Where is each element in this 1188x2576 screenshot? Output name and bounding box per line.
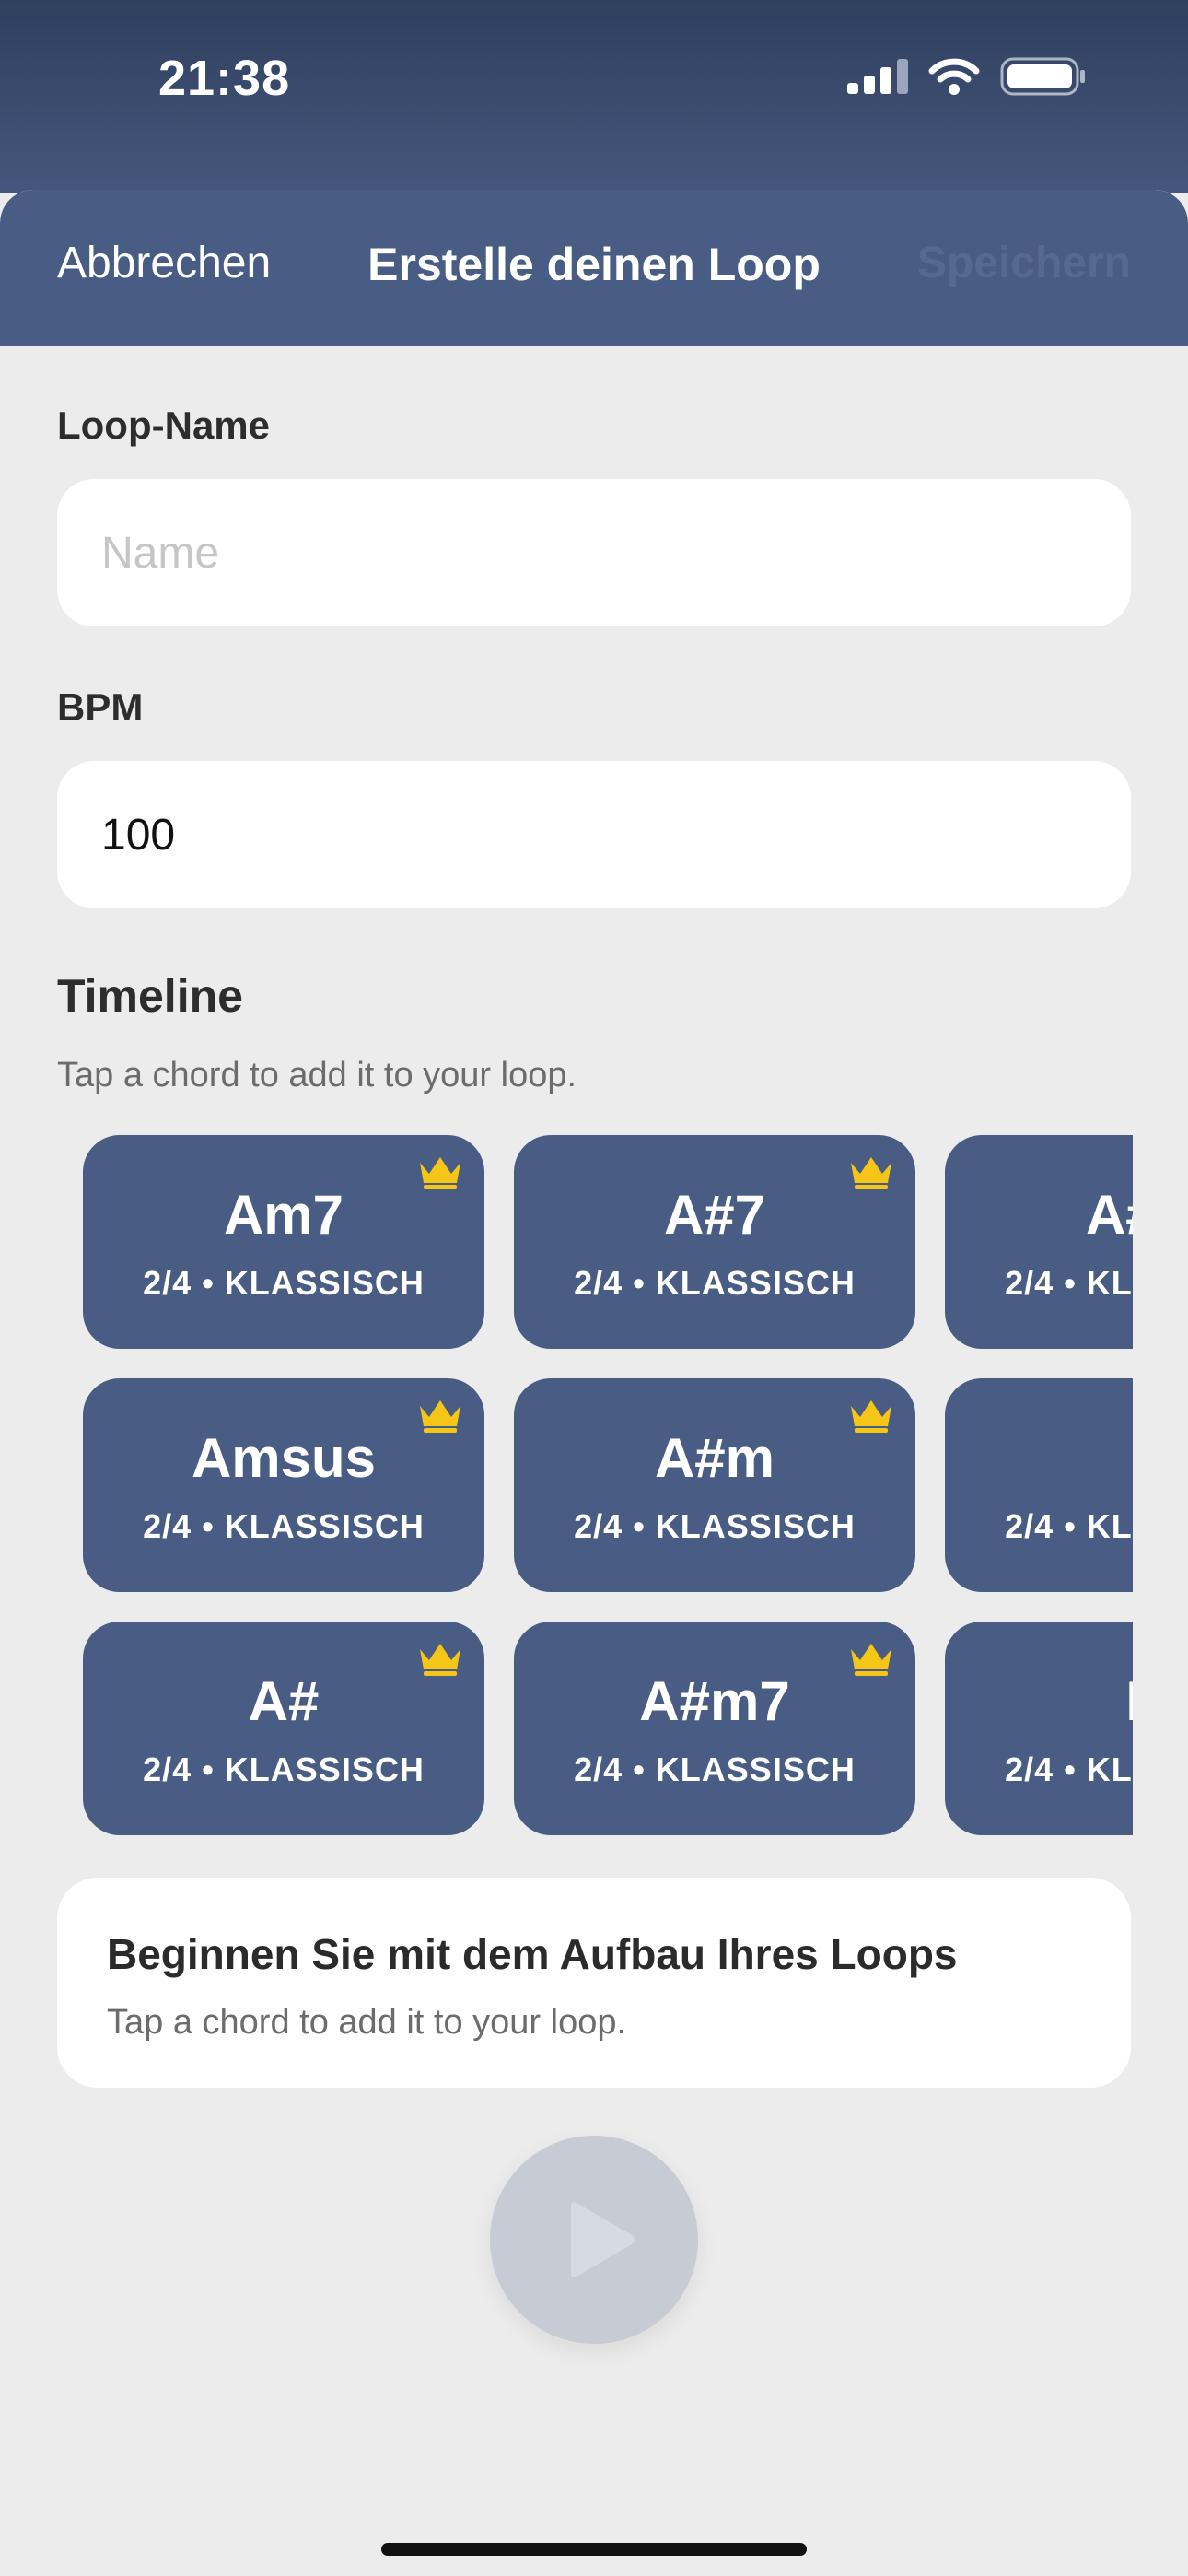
- chord-button[interactable]: A#m 2/4 • KLASSISCH: [514, 1378, 915, 1592]
- chord-button[interactable]: A# 2/4 • KLASSISCH: [83, 1622, 484, 1835]
- chord-button[interactable]: B 2/4 • KLASSISCH: [945, 1622, 1133, 1835]
- chord-meta: 2/4 • KLASSISCH: [143, 1507, 425, 1545]
- bpm-value: 100: [101, 810, 176, 860]
- status-time: 21:38: [158, 51, 291, 106]
- chord-meta: 2/4 • KLASSISCH: [143, 1751, 425, 1788]
- status-icons: [847, 57, 1087, 96]
- chord-name: A#m: [654, 1427, 775, 1489]
- chord-name: Am7: [223, 1184, 344, 1246]
- empty-loop-card: Beginnen Sie mit dem Aufbau Ihres Loops …: [57, 1878, 1131, 2088]
- chord-name: A#m: [1085, 1184, 1133, 1246]
- battery-icon: [1000, 57, 1085, 96]
- create-loop-sheet: Abbrechen Erstelle deinen Loop Speichern…: [0, 190, 1188, 2576]
- chord-button[interactable]: A#m7 2/4 • KLASSISCH: [514, 1622, 915, 1835]
- chord-grid: Am7 2/4 • KLASSISCH A#7 2/4 • KLASSISCH …: [83, 1135, 1133, 1857]
- chord-meta: 2/4 • KLASSISCH: [1005, 1507, 1133, 1545]
- chord-button[interactable]: A#7 2/4 • KLASSISCH: [514, 1135, 915, 1349]
- empty-loop-title: Beginnen Sie mit dem Aufbau Ihres Loops: [107, 1930, 958, 1978]
- chord-meta: 2/4 • KLASSISCH: [143, 1264, 425, 1302]
- timeline-title: Timeline: [57, 970, 243, 1022]
- wifi-icon: [928, 58, 980, 95]
- chord-button[interactable]: Amsus 2/4 • KLASSISCH: [83, 1378, 484, 1592]
- signal-icon: [847, 59, 908, 94]
- chord-button[interactable]: Am7 2/4 • KLASSISCH: [83, 1135, 484, 1349]
- bpm-field[interactable]: 100: [57, 761, 1131, 908]
- loop-name-label: Loop-Name: [57, 404, 270, 447]
- timeline-hint: Tap a chord to add it to your loop.: [57, 1056, 577, 1095]
- chord-button[interactable]: A#m 2/4 • KLASSISCH: [945, 1135, 1133, 1349]
- chord-meta: 2/4 • KLASSISCH: [574, 1507, 856, 1545]
- bpm-label: BPM: [57, 685, 144, 729]
- loop-name-placeholder: Name: [101, 528, 220, 578]
- chord-meta: 2/4 • KLASSISCH: [574, 1751, 856, 1788]
- chord-name: Amsus: [191, 1427, 377, 1489]
- save-button[interactable]: Speichern: [917, 238, 1131, 288]
- chord-name: A#m7: [639, 1670, 790, 1732]
- play-button[interactable]: [490, 2136, 698, 2344]
- chord-name: A#7: [663, 1184, 766, 1246]
- home-indicator: [381, 2543, 807, 2556]
- chord-meta: 2/4 • KLASSISCH: [1005, 1264, 1133, 1302]
- chord-name: B: [945, 1669, 1133, 1733]
- status-bar: 21:38: [0, 0, 1188, 193]
- chord-button[interactable]: 2/4 • KLASSISCH: [945, 1378, 1133, 1592]
- chord-name: A#: [248, 1670, 320, 1732]
- chord-meta: 2/4 • KLASSISCH: [574, 1264, 856, 1302]
- play-icon: [571, 2202, 635, 2277]
- empty-loop-subtitle: Tap a chord to add it to your loop.: [107, 2003, 627, 2042]
- nav-bar: Abbrechen Erstelle deinen Loop Speichern: [0, 190, 1188, 346]
- chord-meta: 2/4 • KLASSISCH: [1005, 1751, 1133, 1788]
- loop-name-field[interactable]: Name: [57, 479, 1131, 626]
